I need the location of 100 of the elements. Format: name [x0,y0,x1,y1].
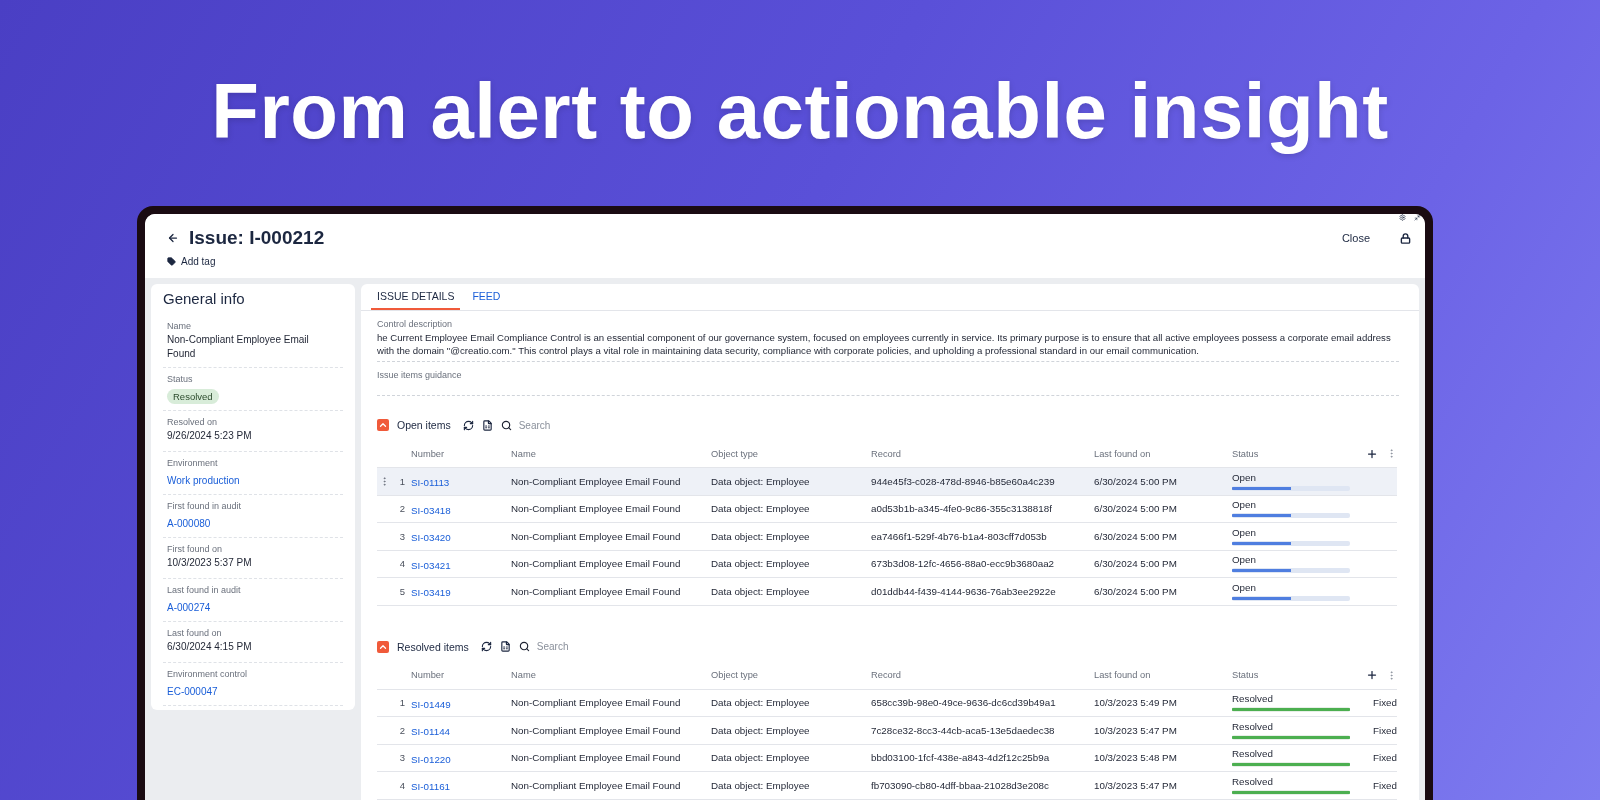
table-cell-text: 10/3/2023 5:47 PM [1094,724,1178,736]
table-row[interactable]: 5 SI-03419 Non-Compliant Employee Email Found Data object: Employee d01ddb44-f439-4144-9636-76ab3ee2922e 6/30/2024 5:00 PM Open [377,578,1397,606]
table-cell-text: 944e45f3-c028-478d-8946-b85e60a4c239 [871,475,1056,487]
refresh-icon[interactable] [462,419,474,431]
column-header[interactable]: Number [411,670,511,680]
number-link[interactable]: SI-01161 [411,781,451,793]
status-text: Open [1232,499,1257,511]
collapse-button[interactable] [377,419,389,431]
add-tag-button[interactable]: Add tag [167,256,216,267]
number-link[interactable]: SI-03420 [411,532,451,544]
column-header[interactable]: Name [511,448,711,459]
table-cell-text: Data object: Employee [711,558,811,570]
close-button[interactable]: Close [1335,230,1376,246]
number-link[interactable]: SI-01113 [411,477,450,489]
field-link[interactable]: EC-000047 [167,686,218,697]
row-number: 3 [399,530,406,542]
column-header[interactable]: Number [411,448,511,459]
table-row[interactable]: 3 SI-03420 Non-Compliant Employee Email Found Data object: Employee ea7466f1-529f-4b76-b1a4-803cff7d053b 6/30/2024 5:00 PM Open [377,523,1397,551]
minimize-icon[interactable] [1414,214,1421,221]
add-icon[interactable] [1366,669,1378,681]
chevron-up-icon [378,420,388,430]
table-row[interactable]: 1 SI-01449 Non-Compliant Employee Email Found Data object: Employee 658cc39b-98e0-49ce-9636-dc6cd39b49a1 10/3/2023 5:49 PM Resolved Fixed [377,689,1397,717]
column-header[interactable]: Name [511,670,711,680]
table-cell-text: Data object: Employee [711,503,811,515]
search-icon[interactable] [500,419,512,431]
number-link[interactable]: SI-01220 [411,753,451,765]
lock-icon[interactable] [1400,232,1411,244]
table-cell-text: Data object: Employee [711,724,811,736]
column-header[interactable]: Object type [711,448,871,459]
tab[interactable]: FEED [466,284,507,310]
table-row[interactable]: 2 SI-01144 Non-Compliant Employee Email Found Data object: Employee 7c28ce32-8cc3-44cb-aca5-13e5daedec38 10/3/2023 5:47 PM Resolved Fixed [377,717,1397,745]
table-cell-text: Non-Compliant Employee Email Found [511,724,682,736]
tab[interactable]: ISSUE DETAILS [371,284,461,310]
table-cell-text: Non-Compliant Employee Email Found [511,558,682,570]
table-cell-text: Fixed [1372,724,1397,736]
table-cell-text: d01ddb44-f439-4144-9636-76ab3ee2922e [871,585,1057,597]
table-cell-text: Non-Compliant Employee Email Found [511,475,682,487]
number-link[interactable]: SI-01449 [411,698,451,710]
table-cell-text: 6/30/2024 5:00 PM [1094,475,1178,487]
page-title: Issue: I-000212 [189,227,325,249]
table-row[interactable]: 4 SI-03421 Non-Compliant Employee Email Found Data object: Employee 673b3d08-12fc-4656-88a0-ecc9b3680aa2 6/30/2024 5:00 PM Open [377,550,1397,578]
table-cell-text: Data object: Employee [711,779,811,791]
table-cell-text: 10/3/2023 5:48 PM [1094,752,1178,764]
headline: From alert to actionable insight [211,66,1389,157]
field-label: Environment control [167,669,249,679]
table-row[interactable]: 1 SI-01113 Non-Compliant Employee Email Found Data object: Employee 944e45f3-c028-478d-8946-b85e60a4c239 6/30/2024 5:00 PM Open [377,468,1397,496]
field-label: Status [167,374,194,384]
field-link[interactable]: A-000274 [167,602,211,613]
status-text: Open [1232,471,1257,483]
spreadsheet-icon[interactable] [481,419,493,431]
number-link[interactable]: SI-03421 [411,559,451,571]
column-header[interactable]: Status [1232,448,1360,459]
settings-icon[interactable] [1399,214,1406,221]
table-cell-text: Data object: Employee [711,697,811,709]
refresh-icon[interactable] [480,641,492,652]
table-cell-text: 10/3/2023 5:47 PM [1094,779,1178,791]
table-cell-text: 6/30/2024 5:00 PM [1094,530,1178,542]
number-link[interactable]: SI-03419 [411,587,451,599]
field-link[interactable]: A-000080 [167,518,211,529]
table-row[interactable]: 4 SI-01161 Non-Compliant Employee Email Found Data object: Employee fb703090-cb80-4dff-bbaa-21028d3e208c 10/3/2023 5:47 PM Resolved Fixed [377,772,1397,800]
field-value: 6/30/2024 4:15 PM [167,640,253,654]
table-cell-text: Data object: Employee [711,752,811,764]
column-header[interactable]: Last found on [1094,670,1232,680]
column-header[interactable]: Object type [711,670,871,680]
field-link[interactable]: Work production [167,475,240,486]
table-cell-text: ea7466f1-529f-4b76-b1a4-803cff7d053b [871,530,1048,542]
table-cell-text: Data object: Employee [711,530,811,542]
number-link[interactable]: SI-03418 [411,504,451,516]
table-cell-text: Non-Compliant Employee Email Found [511,585,682,597]
table-cell-text: Non-Compliant Employee Email Found [511,530,682,542]
search-icon[interactable] [518,641,530,652]
status-text: Open [1232,581,1257,593]
status-text: Resolved [1232,693,1274,705]
status-text: Open [1232,554,1257,566]
table-cell-text: Data object: Employee [711,475,811,487]
collapse-button[interactable] [377,640,389,653]
column-header[interactable]: Status [1232,670,1360,680]
table-cell-text: Fixed [1372,779,1397,791]
back-button[interactable] [167,232,179,244]
add-icon[interactable] [1366,447,1378,460]
panel-title: General info [163,290,246,307]
table-cell-text: 6/30/2024 5:00 PM [1094,503,1178,515]
table-cell-text: 658cc39b-98e0-49ce-9636-dc6cd39b49a1 [871,697,1057,709]
status-text: Resolved [1232,720,1274,732]
field-value: Non-Compliant Employee Email Found [167,333,310,361]
column-header[interactable]: Last found on [1094,448,1232,459]
field-label: Name [167,321,192,331]
table-cell-text: Fixed [1372,752,1397,764]
field-label: Environment [167,458,219,468]
column-header[interactable]: Record [871,670,1094,680]
table-row[interactable]: 2 SI-03418 Non-Compliant Employee Email Found Data object: Employee a0d53b1b-a345-4fe0-9c86-355c3138818f 6/30/2024 5:00 PM Open [377,495,1397,523]
number-link[interactable]: SI-01144 [411,726,451,738]
table-cell-text: 673b3d08-12fc-4656-88a0-ecc9b3680aa2 [871,558,1056,570]
table-cell-text: 6/30/2024 5:00 PM [1094,585,1178,597]
table-cell-text: Non-Compliant Employee Email Found [511,779,682,791]
table-cell-text: bbd03100-1fcf-438e-a843-4d2f12c25b9a [871,752,1051,764]
table-cell-text: Non-Compliant Employee Email Found [511,752,682,764]
table-row[interactable]: 3 SI-01220 Non-Compliant Employee Email Found Data object: Employee bbd03100-1fcf-438e-a843-4d2f12c25b9a 10/3/2023 5:48 PM Resolved Fixed [377,744,1397,772]
column-header[interactable]: Record [871,448,1094,459]
spreadsheet-icon[interactable] [499,641,511,652]
